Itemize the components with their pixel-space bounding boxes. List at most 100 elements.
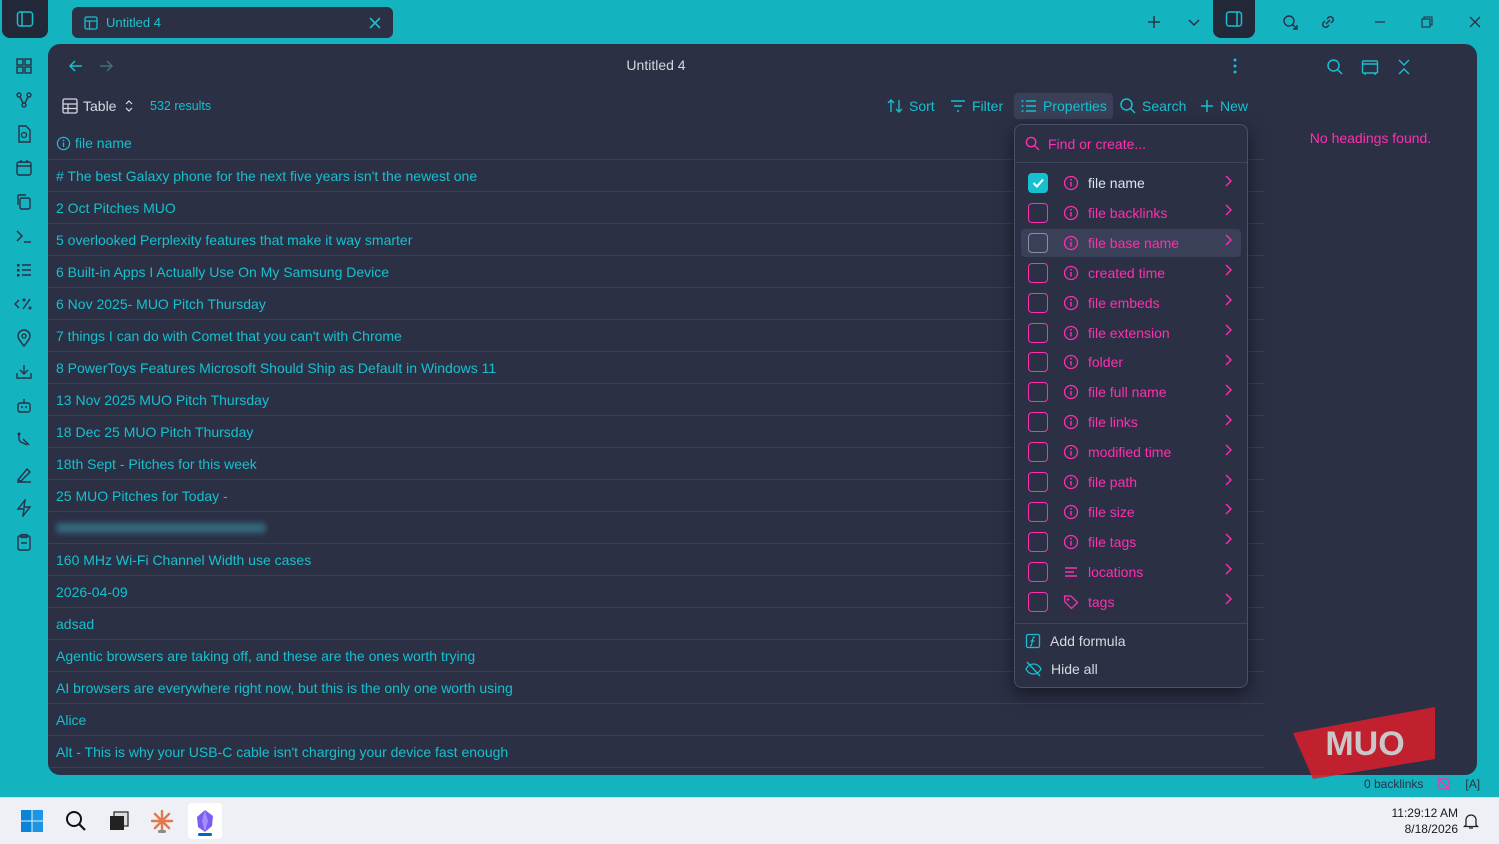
property-item-created-time[interactable]: created time	[1021, 259, 1241, 287]
cell-file-name[interactable]: 13 Nov 2025 MUO Pitch Thursday	[56, 392, 269, 408]
property-checkbox[interactable]	[1028, 382, 1048, 403]
table-row[interactable]: Alice	[48, 704, 1264, 736]
cell-file-name[interactable]: 160 MHz Wi-Fi Channel Width use cases	[56, 552, 311, 568]
chevron-right-icon[interactable]	[1221, 174, 1241, 193]
chevron-right-icon[interactable]	[1221, 592, 1241, 611]
property-checkbox[interactable]	[1028, 322, 1048, 343]
hide-all-button[interactable]: Hide all	[1025, 657, 1245, 681]
property-item-file-backlinks[interactable]: file backlinks	[1021, 199, 1241, 227]
cell-file-name[interactable]: 8 PowerToys Features Microsoft Should Sh…	[56, 360, 496, 376]
ribbon-note-button[interactable]	[12, 122, 36, 146]
new-tab-button[interactable]	[1142, 10, 1166, 34]
cell-file-name[interactable]: AI browsers are everywhere right now, bu…	[56, 680, 513, 696]
property-checkbox[interactable]	[1028, 412, 1048, 433]
ribbon-bolt-button[interactable]	[12, 496, 36, 520]
new-button[interactable]: New	[1199, 94, 1248, 118]
ribbon-calendar-button[interactable]	[12, 156, 36, 180]
ribbon-import-button[interactable]	[12, 360, 36, 384]
property-checkbox[interactable]	[1028, 591, 1048, 612]
chevron-right-icon[interactable]	[1221, 532, 1241, 551]
chevron-right-icon[interactable]	[1221, 413, 1241, 432]
ribbon-map-button[interactable]	[12, 326, 36, 350]
ribbon-terminal-button[interactable]	[12, 224, 36, 248]
ribbon-copy-button[interactable]	[12, 190, 36, 214]
obsidian-app-button[interactable]	[188, 803, 222, 839]
task-view-button[interactable]	[104, 806, 134, 836]
editor-mode[interactable]: [A]	[1465, 777, 1480, 791]
cell-file-name[interactable]: 2026-04-09	[56, 584, 128, 600]
close-tab-icon[interactable]	[369, 16, 381, 29]
system-clock[interactable]: 11:29:12 AM 8/18/2026	[1382, 805, 1459, 837]
ribbon-bot-button[interactable]	[12, 394, 36, 418]
cell-file-name[interactable]: 5 overlooked Perplexity features that ma…	[56, 232, 412, 248]
cell-file-name[interactable]: 2 Oct Pitches MUO	[56, 200, 176, 216]
property-item-modified-time[interactable]: modified time	[1021, 438, 1241, 466]
cell-file-name[interactable]: 6 Built-in Apps I Actually Use On My Sam…	[56, 264, 389, 280]
property-item-file-extension[interactable]: file extension	[1021, 319, 1241, 347]
cell-file-name[interactable]: 7 things I can do with Comet that you ca…	[56, 328, 402, 344]
property-checkbox[interactable]	[1028, 531, 1048, 552]
sync-button[interactable]	[1278, 10, 1302, 34]
backlinks-count[interactable]: 0 backlinks	[1364, 777, 1423, 791]
chevron-right-icon[interactable]	[1221, 203, 1241, 222]
chevron-right-icon[interactable]	[1221, 293, 1241, 312]
cell-file-name[interactable]: Alt - This is why your USB-C cable isn't…	[56, 744, 508, 760]
close-window-button[interactable]	[1463, 10, 1487, 34]
ribbon-graph-button[interactable]	[12, 88, 36, 112]
restore-button[interactable]	[1415, 10, 1439, 34]
chevron-right-icon[interactable]	[1221, 562, 1241, 581]
notification-bell-icon[interactable]	[1462, 812, 1480, 830]
view-selector[interactable]: Table	[62, 94, 139, 118]
cell-file-name[interactable]: 25 MUO Pitches for Today -	[56, 488, 228, 504]
property-item-file-full-name[interactable]: file full name	[1021, 378, 1241, 406]
ribbon-draw-button[interactable]	[12, 462, 36, 486]
tab-untitled-4[interactable]: Untitled 4	[72, 7, 393, 38]
property-item-file-links[interactable]: file links	[1021, 408, 1241, 436]
property-checkbox[interactable]	[1028, 292, 1048, 313]
claude-app-button[interactable]	[147, 806, 177, 836]
chevron-right-icon[interactable]	[1221, 233, 1241, 252]
sync-off-icon[interactable]	[1437, 777, 1451, 791]
find-or-create-input[interactable]: Find or create...	[1015, 125, 1247, 163]
ribbon-branch-button[interactable]	[12, 428, 36, 452]
property-checkbox[interactable]	[1028, 472, 1048, 492]
property-item-file-name[interactable]: file name	[1021, 169, 1241, 197]
cell-file-name[interactable]: 18th Sept - Pitches for this week	[56, 456, 257, 472]
start-button[interactable]	[17, 806, 47, 836]
sort-button[interactable]: Sort	[886, 94, 935, 118]
chevron-right-icon[interactable]	[1221, 443, 1241, 462]
property-item-file-size[interactable]: file size	[1021, 498, 1241, 526]
taskbar-search-button[interactable]	[61, 806, 91, 836]
outline-view-button[interactable]	[1359, 56, 1381, 78]
cell-file-name[interactable]: adsad	[56, 616, 94, 632]
property-item-file-base-name[interactable]: file base name	[1021, 228, 1241, 257]
property-checkbox[interactable]	[1028, 173, 1048, 193]
chevron-right-icon[interactable]	[1221, 502, 1241, 521]
property-checkbox[interactable]	[1028, 202, 1048, 223]
property-item-locations[interactable]: locations	[1021, 558, 1241, 586]
property-checkbox[interactable]	[1028, 232, 1048, 253]
table-row[interactable]: Alt - This is why your USB-C cable isn't…	[48, 736, 1264, 768]
property-checkbox[interactable]	[1028, 561, 1048, 582]
cell-file-name[interactable]: Alice	[56, 712, 86, 728]
properties-button[interactable]: Properties	[1014, 93, 1113, 119]
minimize-button[interactable]	[1368, 10, 1392, 34]
property-checkbox[interactable]	[1028, 352, 1048, 373]
chevron-right-icon[interactable]	[1221, 383, 1241, 402]
property-item-folder[interactable]: folder	[1021, 348, 1241, 376]
ribbon-percent-button[interactable]	[12, 292, 36, 316]
toggle-left-sidebar-button[interactable]	[2, 0, 48, 38]
add-formula-button[interactable]: Add formula	[1025, 629, 1245, 653]
link-button[interactable]	[1316, 10, 1340, 34]
chevron-right-icon[interactable]	[1221, 263, 1241, 282]
property-checkbox[interactable]	[1028, 501, 1048, 522]
more-options-icon[interactable]	[1228, 56, 1242, 76]
cell-file-name[interactable]: 18 Dec 25 MUO Pitch Thursday	[56, 424, 253, 440]
property-item-tags[interactable]: tags	[1021, 588, 1241, 616]
collapse-all-button[interactable]	[1393, 56, 1415, 78]
cell-file-name[interactable]: Agentic browsers are taking off, and the…	[56, 648, 475, 664]
property-item-file-path[interactable]: file path	[1021, 468, 1241, 496]
redacted-cell[interactable]	[56, 522, 266, 533]
filter-button[interactable]: Filter	[949, 94, 1003, 118]
chevron-right-icon[interactable]	[1221, 473, 1241, 492]
